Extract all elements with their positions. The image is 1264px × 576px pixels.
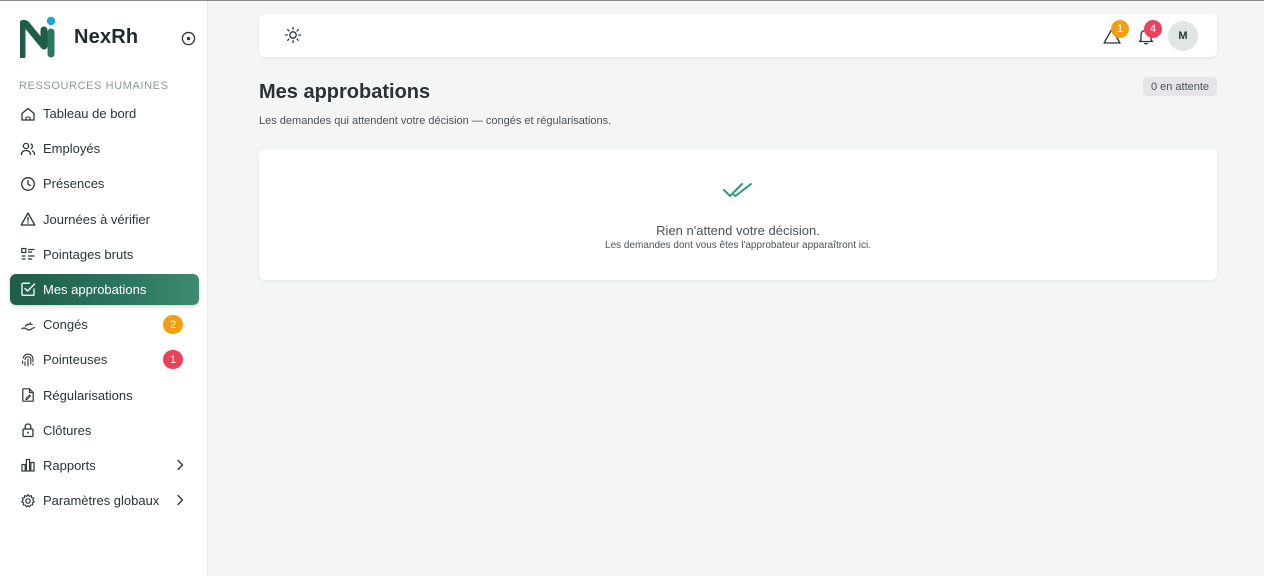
beach-icon [20,317,36,333]
sidebar-item-regularisations[interactable]: Régularisations [10,380,199,411]
sidebar-item-mes-approbations[interactable]: Mes approbations [10,273,199,305]
checkbox-icon [20,281,36,297]
sidebar-item-pointages-bruts[interactable]: Pointages bruts [10,239,199,270]
gear-icon [20,493,36,509]
sidebar-item-label: Clôtures [43,422,92,438]
chevron-right-icon [177,459,184,471]
sidebar-section-label: RESSOURCES HUMAINES [19,80,169,92]
empty-state-card: Rien n'attend votre décision. Les demand… [259,149,1217,280]
sidebar-nav: Tableau de bord Employés Présences Journ… [10,98,199,520]
chevron-right-icon [177,494,184,506]
sidebar-collapse-button[interactable] [180,30,196,46]
brand[interactable]: NexRh [18,15,200,60]
page-subtitle: Les demandes qui attendent votre décisio… [259,115,612,127]
sidebar-item-label: Employés [43,141,101,157]
sidebar-item-clotures[interactable]: Clôtures [10,415,199,446]
sidebar-item-pointeuses[interactable]: Pointeuses 1 [10,344,199,375]
file-edit-icon [20,387,36,403]
user-avatar[interactable]: M [1168,21,1198,51]
sidebar-item-label: Pointeuses [43,352,108,368]
sidebar-item-label: Mes approbations [43,281,147,297]
notifications-count-badge: 4 [1144,20,1162,38]
circle-dot-icon [181,31,195,45]
pointeuses-count-badge: 1 [163,350,183,370]
sidebar-item-label: Régularisations [43,387,133,403]
sidebar-item-conges[interactable]: Congés 2 [10,309,199,340]
alerts-button[interactable]: 1 [1102,20,1129,46]
sidebar-item-label: Présences [43,176,105,192]
theme-toggle-button[interactable] [284,26,302,44]
notifications-button[interactable]: 4 [1136,20,1162,46]
warning-icon [20,211,36,227]
sidebar-item-label: Pointages bruts [43,246,134,262]
nexrh-logo-icon [18,16,58,60]
sidebar-item-rapports[interactable]: Rapports [10,450,199,481]
sidebar-item-label: Tableau de bord [43,106,137,121]
pending-count-badge: 0 en attente [1143,77,1217,96]
fingerprint-icon [20,352,36,368]
sidebar-item-label: Paramètres globaux [43,493,160,509]
clock-icon [20,176,36,192]
lock-icon [20,422,36,438]
brand-name: NexRh [74,25,139,48]
topbar: 1 4 M [259,14,1217,57]
users-icon [20,141,36,157]
sidebar-item-employes[interactable]: Employés [10,133,199,164]
list-icon [20,246,36,262]
sidebar-item-parametres-globaux[interactable]: Paramètres globaux [10,485,199,516]
bar-chart-icon [20,457,36,473]
home-icon [20,106,36,122]
sidebar: NexRh RESSOURCES HUMAINES Tableau de bor… [0,1,208,576]
empty-state-title: Rien n'attend votre décision. [656,223,820,238]
double-check-icon [723,183,752,197]
empty-state-subtitle: Les demandes dont vous êtes l'approbateu… [605,240,871,251]
alerts-count-badge: 1 [1111,20,1129,38]
sun-icon [284,26,302,44]
sidebar-item-label: Journées à vérifier [43,211,150,227]
sidebar-item-label: Congés [43,317,88,333]
conges-count-badge: 2 [163,315,183,335]
sidebar-item-label: Rapports [43,457,96,473]
sidebar-item-presences[interactable]: Présences [10,168,199,199]
page-title: Mes approbations [259,81,431,103]
sidebar-item-tableau-de-bord[interactable]: Tableau de bord [10,98,199,129]
sidebar-item-journees-a-verifier[interactable]: Journées à vérifier [10,204,199,235]
